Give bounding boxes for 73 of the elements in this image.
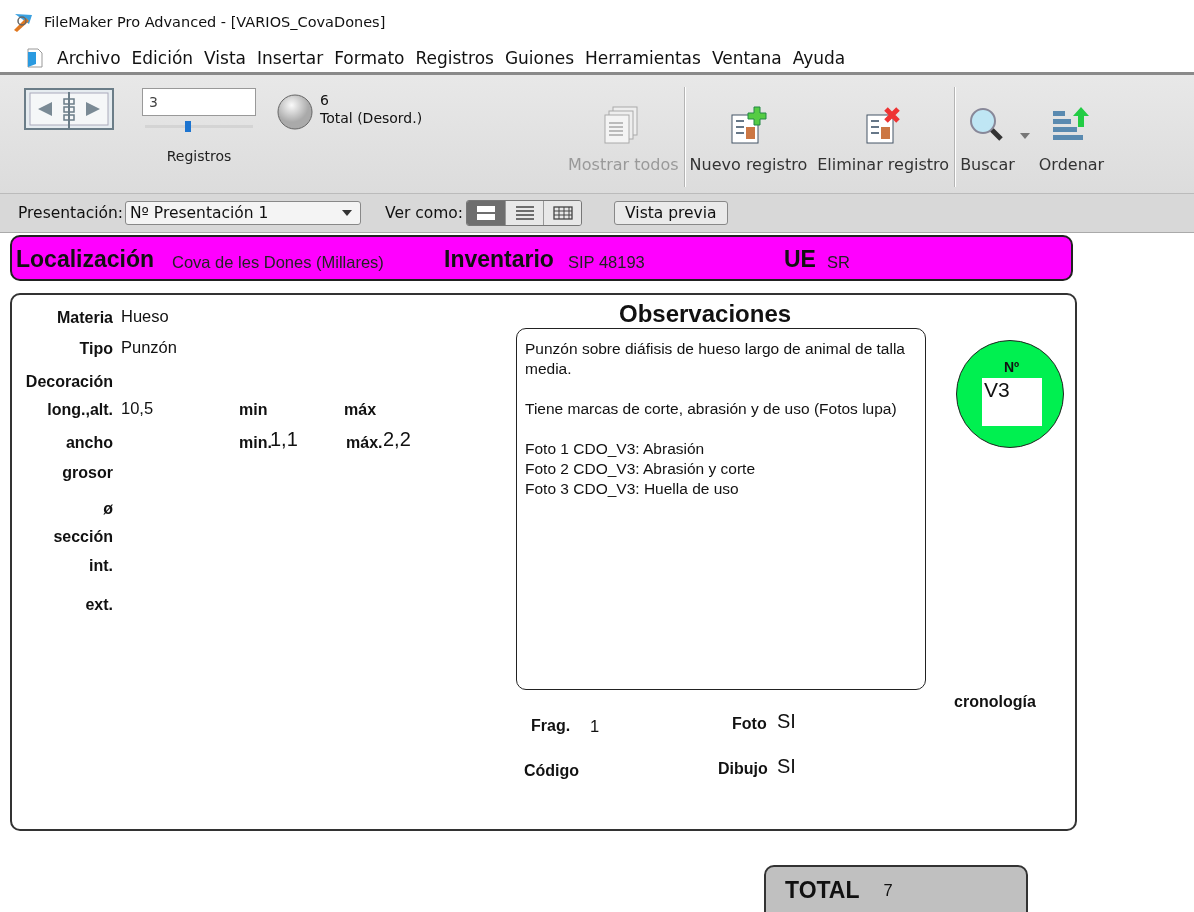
field-label: min. <box>239 434 272 452</box>
view-table-button[interactable] <box>543 201 582 225</box>
field-label: Código <box>524 762 580 780</box>
field-value: Cova de les Dones (Millares) <box>172 253 384 272</box>
total-value: 7 <box>883 880 893 900</box>
menu-item[interactable]: Registros <box>410 48 500 68</box>
field-label: Foto <box>732 715 767 733</box>
record-number-field[interactable]: 3 <box>142 88 256 116</box>
field-label: ext. <box>84 596 113 614</box>
field-value: Hueso <box>121 307 169 326</box>
field-label: long.,alt. <box>46 401 113 419</box>
field-value: SR <box>827 253 850 272</box>
toolbar-button[interactable]: Eliminar registro <box>813 75 954 185</box>
field-label: cronología <box>954 693 1036 711</box>
view-label: Ver como: <box>385 204 464 222</box>
preview-button[interactable]: Vista previa <box>614 201 728 225</box>
menu-item[interactable]: Herramientas <box>580 48 707 68</box>
field-label: Decoración <box>24 373 113 391</box>
toolbar-button[interactable]: Nuevo registro <box>685 75 812 185</box>
observations-field[interactable]: Punzón sobre diáfisis de hueso largo de animal de talla media. Tiene marcas de corte, abrasión y de uso (Fotos lupa) Foto 1 CDO_V3: Abrasión Foto 2 CDO_V3: Abrasión y corte Foto 3 CDO_V3: Huella de uso <box>516 328 926 690</box>
field-label: Localización <box>16 246 155 273</box>
layout-label: Presentación: <box>18 204 123 222</box>
total-label: Total (Desord.) <box>320 109 423 127</box>
toolbar-button[interactable]: Ordenar <box>1034 75 1109 185</box>
field-value: 10,5 <box>121 399 154 418</box>
field-value: 1 <box>590 717 600 736</box>
menu-item[interactable]: Guiones <box>499 48 581 68</box>
section-title: Observaciones <box>619 300 792 328</box>
view-list-button[interactable] <box>505 201 544 225</box>
field-value: SI <box>777 710 796 733</box>
column-label: máx <box>344 401 377 419</box>
window-title: FileMaker Pro Advanced - [VARIOS_CovaDones] <box>44 14 386 30</box>
field-label: grosor <box>61 464 113 482</box>
field-value: 1,1 <box>270 428 298 451</box>
badge-value-field[interactable]: V3 <box>982 378 1042 426</box>
record-book-icon <box>24 88 114 132</box>
field-label: sección <box>52 528 113 546</box>
field-label: Tipo <box>78 340 113 358</box>
field-value: SIP 48193 <box>568 253 645 272</box>
found-count: 6 <box>320 91 330 109</box>
badge-label: Nº <box>1004 359 1020 375</box>
total-label: TOTAL <box>785 877 860 904</box>
menu-item[interactable]: Ventana <box>706 48 788 68</box>
document-icon <box>26 48 44 68</box>
field-label: Inventario <box>444 246 554 273</box>
menu-item[interactable]: Insertar <box>252 48 330 68</box>
view-switcher[interactable] <box>466 200 583 226</box>
record-add-icon <box>728 105 769 145</box>
field-label: ancho <box>64 434 113 452</box>
toolbar-button[interactable]: Buscar <box>956 75 1019 185</box>
column-label: min <box>239 401 268 419</box>
layout-dropdown[interactable]: Nº Presentación 1 <box>125 201 361 225</box>
field-label: ø <box>102 500 113 518</box>
records-label: Registros <box>166 148 232 164</box>
menu-item[interactable]: Formato <box>329 48 411 68</box>
view-form-button[interactable] <box>467 201 506 225</box>
field-label: Dibujo <box>718 760 768 778</box>
field-value: SI <box>777 755 796 778</box>
field-label: int. <box>88 557 113 575</box>
menu-item[interactable]: Ayuda <box>787 48 852 68</box>
caret-icon <box>1019 133 1030 139</box>
menu-item[interactable]: Edición <box>126 48 200 68</box>
field-label: UE <box>784 246 816 273</box>
caret-icon <box>342 210 352 216</box>
app-icon <box>12 12 34 32</box>
field-value: Punzón <box>121 338 177 357</box>
menu-item[interactable]: Vista <box>199 48 252 68</box>
field-label: Materia <box>55 309 113 327</box>
table-view-icon <box>550 203 575 223</box>
field-label: Frag. <box>531 717 571 735</box>
menu-item[interactable]: Archivo <box>52 48 127 68</box>
field-label: máx. <box>346 434 383 452</box>
field-value: 2,2 <box>383 428 411 451</box>
